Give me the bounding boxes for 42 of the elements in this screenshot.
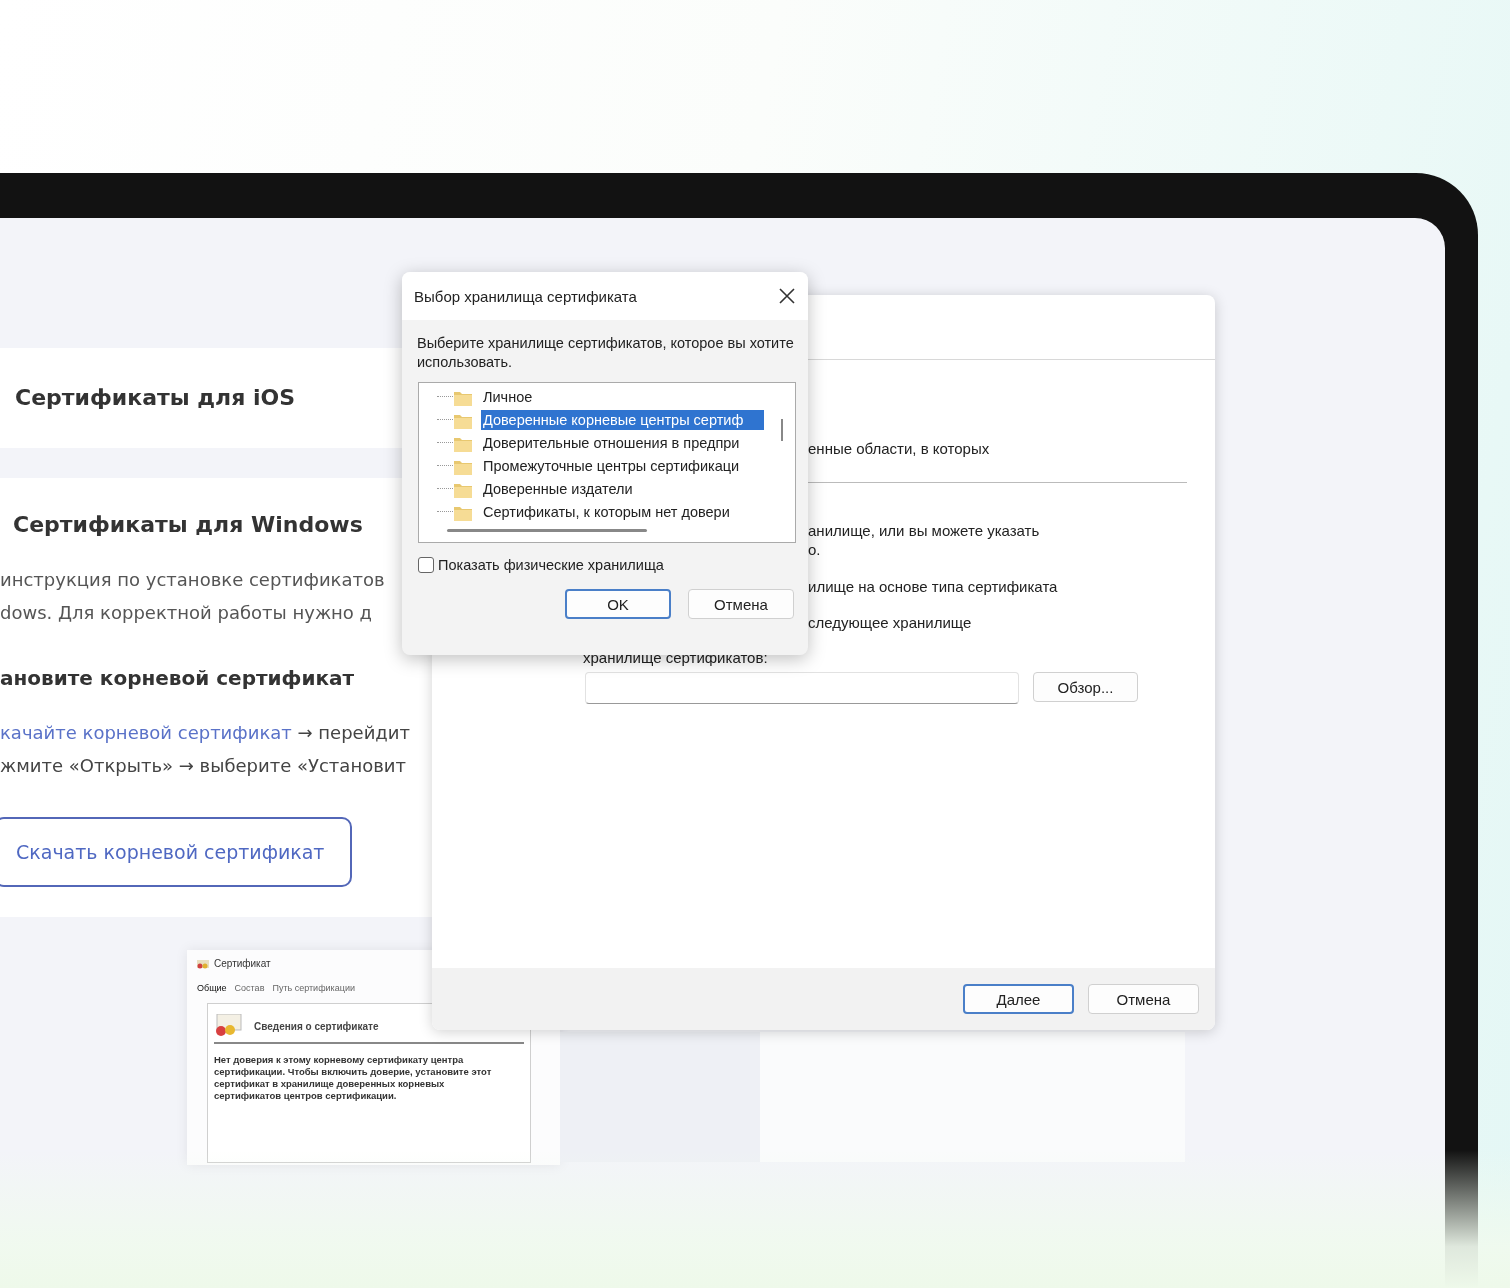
text-line: енные области, в которых: [808, 440, 990, 457]
tree-item[interactable]: Доверительные отношения в предпри: [481, 432, 742, 453]
tab[interactable]: Путь сертификации: [272, 983, 355, 993]
download-button[interactable]: Скачать корневой сертификат: [0, 817, 352, 887]
window-title: Сертификат: [214, 958, 271, 969]
dialog-button[interactable]: Отмена: [688, 589, 794, 619]
section-title: Сведения о сертификате: [254, 1020, 379, 1032]
section-title: Сертификаты для iOS: [15, 384, 296, 412]
scrollbar-thumb[interactable]: [447, 529, 647, 532]
text-line: → перейдит: [296, 722, 410, 743]
text-line: инструкция по установке сертификатов: [0, 568, 385, 592]
text-line: dows. Для корректной работы нужно д: [0, 601, 373, 625]
dialog-title: Выбор хранилища сертификата: [414, 287, 637, 305]
close-icon[interactable]: [778, 287, 796, 305]
checkbox-label: Показать физические хранилища: [438, 557, 664, 573]
tab[interactable]: Общие: [197, 983, 227, 993]
tree-item[interactable]: Доверенные корневые центры сертиф: [481, 409, 764, 430]
tree-item[interactable]: Промежуточные центры сертификаци: [481, 455, 742, 476]
section-title: Сертификаты для Windows: [12, 511, 363, 539]
step-heading: ановите корневой сертификат: [0, 665, 355, 692]
certificate-icon: [197, 958, 209, 969]
tree-item[interactable]: Сертификаты, к которым нет довери: [481, 501, 732, 522]
text-line: следующее хранилище: [808, 614, 972, 631]
tree-item[interactable]: Доверенные издатели: [481, 478, 635, 499]
browse-button[interactable]: Обзор...: [1033, 672, 1138, 702]
dialog-button[interactable]: OK: [565, 589, 671, 619]
message-text: Нет доверия к этому корневому сертификату центра сертификации. Чтобы включить доверие, установите этот сертификат в хранилище доверенных корневых сертификатов центров сертификации.: [214, 1054, 493, 1102]
certificate-icon: [214, 1014, 242, 1038]
text-line: жмите «Открыть» → выберите «Установит: [0, 754, 406, 778]
field-label: хранилище сертификатов:: [583, 649, 768, 666]
text-line: анилище, или вы можете указать: [808, 522, 1040, 539]
scrollbar-thumb[interactable]: [781, 419, 783, 441]
text-line: о.: [808, 541, 821, 558]
download-link[interactable]: качайте корневой сертификат: [0, 722, 292, 743]
text-line: илище на основе типа сертификата: [808, 578, 1058, 595]
dialog-button[interactable]: Отмена: [1088, 984, 1199, 1014]
store-field[interactable]: [585, 672, 1019, 704]
dialog-button[interactable]: Далее: [963, 984, 1074, 1014]
checkbox[interactable]: [418, 557, 434, 573]
tree-item[interactable]: Личное: [481, 386, 535, 407]
instruction-text: Выберите хранилище сертификатов, которое вы хотите использовать.: [417, 334, 795, 372]
tab[interactable]: Состав: [234, 983, 265, 993]
